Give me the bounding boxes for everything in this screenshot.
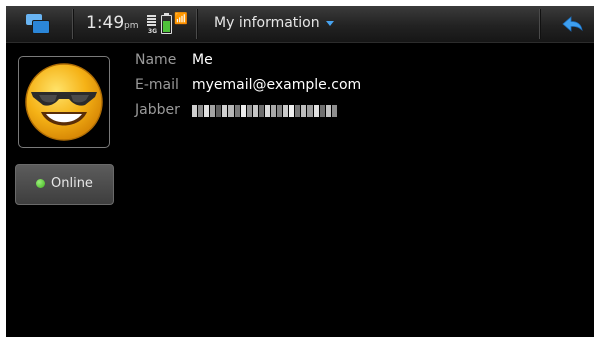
avatar[interactable] [18, 56, 110, 148]
detail-value[interactable]: myemail@example.com [192, 77, 361, 93]
status-bar: 1:49 pm 3G 📶 My information [6, 6, 594, 43]
separator [539, 9, 540, 39]
signal-icon: 3G [147, 15, 159, 35]
task-switcher-icon[interactable] [26, 14, 52, 34]
separator [196, 9, 197, 39]
network-type: 3G [148, 28, 158, 35]
detail-key: E-mail [135, 77, 179, 93]
battery-icon [161, 13, 172, 34]
title-menu-label: My information [214, 15, 320, 31]
title-menu[interactable]: My information [214, 15, 334, 31]
chevron-down-icon [325, 20, 334, 26]
presence-label: Online [51, 176, 93, 191]
back-button[interactable] [562, 16, 584, 32]
detail-key: Jabber [135, 102, 180, 118]
wifi-icon: 📶 [174, 12, 188, 25]
separator [72, 9, 73, 39]
clock-ampm: pm [124, 21, 139, 31]
sunglasses-smiley-icon [25, 63, 103, 141]
app-screen: 1:49 pm 3G 📶 My information Online Name … [6, 6, 594, 337]
online-status-icon [36, 179, 45, 188]
detail-value[interactable]: Me [192, 52, 213, 68]
clock-time: 1:49 [86, 13, 125, 33]
presence-button[interactable]: Online [15, 164, 114, 205]
detail-key: Name [135, 52, 177, 68]
back-arrow-icon [562, 16, 583, 32]
pixelated-jabber-value [192, 105, 337, 117]
